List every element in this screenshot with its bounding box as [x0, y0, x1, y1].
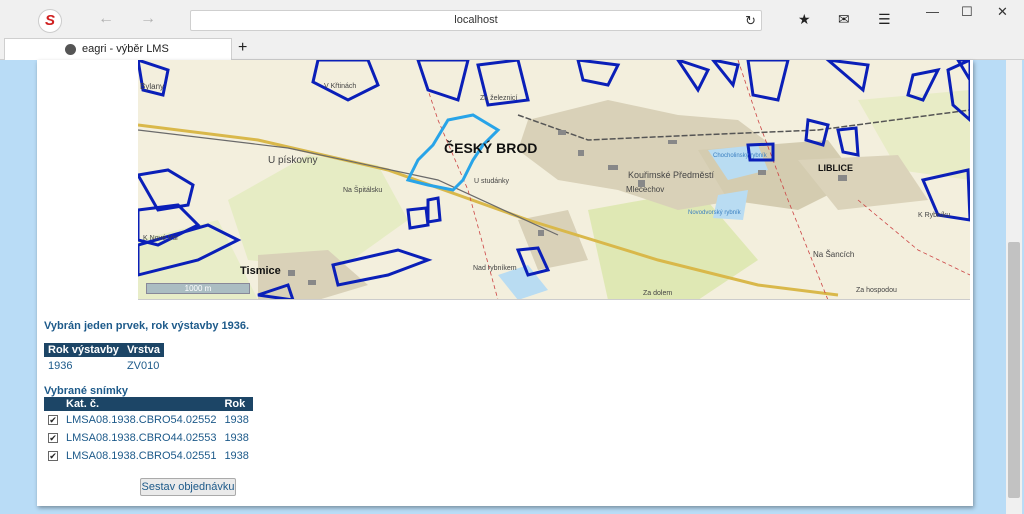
row-checkbox[interactable]: ✔: [48, 451, 58, 461]
cell-rok: 1938: [224, 414, 249, 426]
selection-table-header: Rok výstavby Vrstva: [44, 343, 164, 357]
table-row: ✔ LMSA08.1938.CBRO54.02552 1938: [44, 411, 253, 429]
snapshots-title: Vybrané snímky: [44, 385, 128, 397]
map-label-u-piskovny: U pískovny: [268, 155, 318, 166]
cell-rok: 1938: [224, 432, 249, 444]
selection-table: Rok výstavby Vrstva 1936 ZV010: [44, 343, 164, 375]
map-label-cholunsky: Chocholinský rybník: [713, 153, 767, 159]
tab-title: eagri - výběr LMS: [82, 43, 169, 55]
map-scale-bar: 1000 m: [146, 283, 250, 294]
map-scale-text: 1000 m: [184, 284, 212, 293]
column-vrstva: Vrstva: [122, 343, 164, 357]
map-label-v-kritinach: V Křtinách: [324, 83, 357, 90]
map-label-tismice: Tismice: [240, 265, 281, 277]
map-label-nad-ryb: Nad rybníkem: [473, 265, 517, 272]
order-button[interactable]: Sestav objednávku: [140, 478, 236, 496]
snapshots-table: Kat. č. Rok ✔ LMSA08.1938.CBRO54.02552 1…: [44, 397, 253, 465]
mail-icon[interactable]: ✉: [838, 11, 850, 27]
close-icon[interactable]: ✕: [997, 4, 1008, 20]
table-row: ✔ LMSA08.1938.CBRO44.02553 1938: [44, 429, 253, 447]
map-label-novodvorsky: Novodvorský rybník: [688, 210, 741, 216]
scrollbar-thumb[interactable]: [1008, 242, 1020, 498]
forward-arrow-icon[interactable]: →: [140, 10, 156, 28]
map-label-za-zeleznici: Za železnicí: [480, 95, 518, 102]
browser-logo-icon[interactable]: S: [38, 9, 62, 33]
column-kat: Kat. č.: [62, 397, 221, 411]
bookmark-star-icon[interactable]: ★: [798, 11, 811, 27]
map-label-bylany: Bylany: [140, 82, 165, 91]
column-rok-vystavby: Rok výstavby: [44, 343, 123, 357]
snapshots-table-header: Kat. č. Rok: [44, 397, 253, 411]
tab-active[interactable]: eagri - výběr LMS: [4, 38, 232, 60]
cell-kat[interactable]: LMSA08.1938.CBRO44.02553: [62, 429, 220, 447]
globe-icon: [65, 44, 76, 55]
content-panel: ČESKÝ BROD Tismice LIBLICE Kouřimské Pře…: [37, 60, 973, 506]
map-label-k-nove-vsi: K Nové Vsi: [143, 235, 178, 242]
cell-vrstva: ZV010: [126, 360, 160, 372]
map-view[interactable]: ČESKÝ BROD Tismice LIBLICE Kouřimské Pře…: [138, 60, 970, 300]
reload-icon[interactable]: ↻: [745, 11, 756, 30]
url-text: localhost: [454, 14, 498, 26]
map-label-kourimske: Kouřimské Předměstí: [628, 170, 715, 180]
map-label-na-spitalsku: Na Špitálsku: [343, 187, 383, 194]
cell-kat[interactable]: LMSA08.1938.CBRO54.02551: [62, 447, 220, 465]
page-viewport: ČESKÝ BROD Tismice LIBLICE Kouřimské Pře…: [0, 60, 1024, 514]
address-bar[interactable]: localhost ↻: [190, 10, 762, 31]
map-label-za-hospodou: Za hospodou: [856, 287, 897, 294]
minimize-icon[interactable]: —: [926, 4, 939, 19]
column-checkbox: [44, 397, 62, 411]
map-label-za-dolem: Za dolem: [643, 290, 673, 297]
selection-summary: Vybrán jeden prvek, rok výstavby 1936.: [44, 320, 250, 332]
cell-kat[interactable]: LMSA08.1938.CBRO54.02552: [62, 411, 220, 429]
browser-titlebar: S ← → localhost ↻ ★ ✉ ☰ — ☐ ✕: [0, 0, 1024, 38]
cell-rok: 1938: [224, 450, 249, 462]
column-rok: Rok: [220, 397, 253, 411]
cell-rok-vystavby: 1936: [48, 360, 73, 372]
map-label-mlecechov: Mlecechov: [626, 185, 665, 194]
map-label-k-rybniku: K Rybníku: [918, 212, 951, 219]
back-arrow-icon[interactable]: ←: [98, 10, 114, 28]
map-canvas: [138, 60, 970, 299]
row-checkbox[interactable]: ✔: [48, 415, 58, 425]
row-checkbox[interactable]: ✔: [48, 433, 58, 443]
maximize-icon[interactable]: ☐: [961, 4, 973, 20]
map-label-na-sancich: Na Šancích: [813, 250, 855, 259]
map-label-town: ČESKÝ BROD: [444, 140, 538, 156]
tab-strip: eagri - výběr LMS +: [0, 38, 1024, 60]
menu-icon[interactable]: ☰: [878, 11, 891, 27]
new-tab-button[interactable]: +: [238, 39, 247, 57]
map-label-u-studanky: U studánky: [474, 178, 510, 185]
map-label-liblice: LIBLICE: [818, 163, 853, 173]
table-row: 1936 ZV010: [44, 357, 164, 375]
table-row: ✔ LMSA08.1938.CBRO54.02551 1938: [44, 447, 253, 465]
page-scrollbar[interactable]: [1006, 60, 1022, 514]
